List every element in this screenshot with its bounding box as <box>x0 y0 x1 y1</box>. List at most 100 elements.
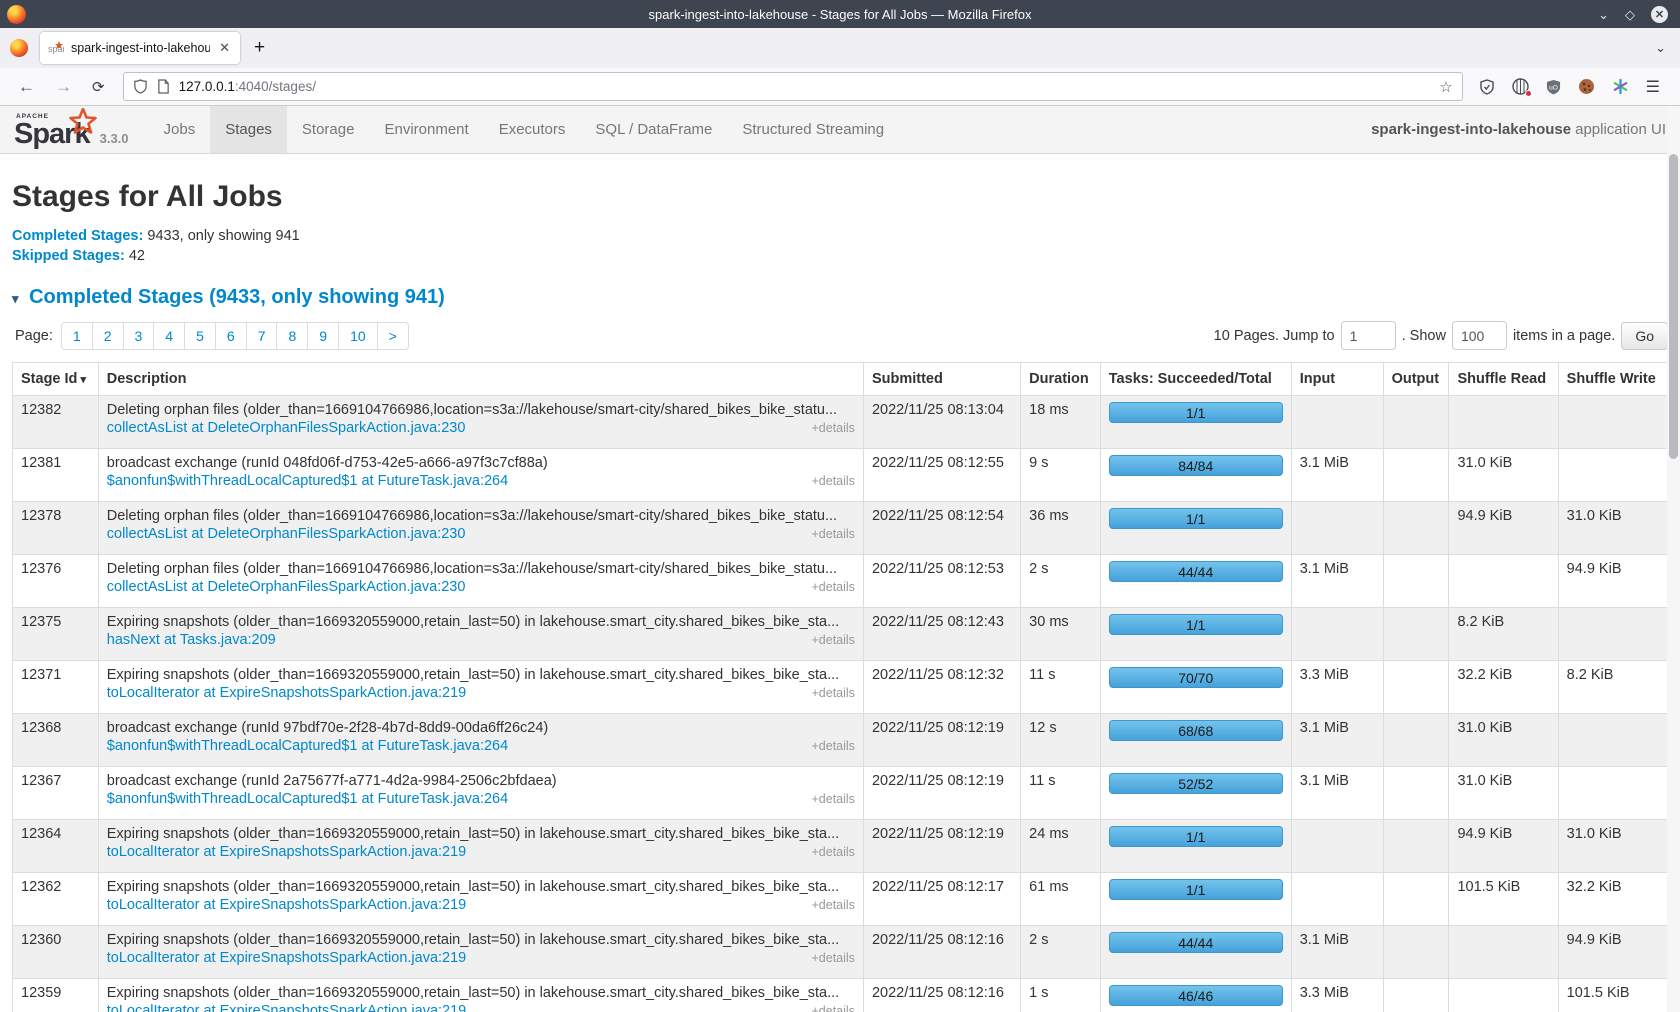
extension-shield-check-icon[interactable] <box>1479 79 1495 95</box>
shuffle-read-cell: 31.0 KiB <box>1449 714 1558 767</box>
stage-detail-link[interactable]: $anonfun$withThreadLocalCaptured$1 at Fu… <box>107 738 508 754</box>
nav-tab-storage[interactable]: Storage <box>287 106 370 153</box>
stage-detail-link[interactable]: $anonfun$withThreadLocalCaptured$1 at Fu… <box>107 473 508 489</box>
duration-cell: 11 s <box>1021 661 1101 714</box>
spark-logo[interactable]: APACHE Spark 3.3.0 <box>0 106 135 153</box>
shuffle-read-cell: 31.0 KiB <box>1449 767 1558 820</box>
column-header-description[interactable]: Description <box>98 363 863 396</box>
cookie-icon[interactable] <box>1578 78 1595 95</box>
back-button[interactable]: ← <box>8 77 45 97</box>
page-button-6[interactable]: 6 <box>215 322 247 350</box>
ublock-shield-icon[interactable]: uO <box>1546 79 1561 95</box>
maximize-icon[interactable]: ◇ <box>1625 8 1635 21</box>
stage-detail-link[interactable]: collectAsList at DeleteOrphanFilesSparkA… <box>107 526 466 542</box>
colorful-asterisk-icon[interactable] <box>1612 78 1629 95</box>
stage-detail-link[interactable]: collectAsList at DeleteOrphanFilesSparkA… <box>107 579 466 595</box>
close-window-icon[interactable]: ✕ <box>1651 6 1668 23</box>
stage-detail-link[interactable]: toLocalIterator at ExpireSnapshotsSparkA… <box>107 950 467 966</box>
shuffle-write-cell: 31.0 KiB <box>1558 820 1667 873</box>
notification-badge <box>1525 90 1532 97</box>
completed-stages-section-toggle[interactable]: ▾ Completed Stages (9433, only showing 9… <box>12 286 1668 309</box>
list-tabs-chevron-icon[interactable]: ⌄ <box>1655 40 1666 56</box>
page-button-4[interactable]: 4 <box>153 322 185 350</box>
stage-description: Expiring snapshots (older_than=166932055… <box>107 667 855 683</box>
stage-detail-link[interactable]: hasNext at Tasks.java:209 <box>107 632 276 648</box>
tab-close-icon[interactable]: ✕ <box>217 40 232 56</box>
column-header-submitted[interactable]: Submitted <box>863 363 1020 396</box>
details-toggle[interactable]: +details <box>812 951 855 965</box>
stage-detail-link[interactable]: toLocalIterator at ExpireSnapshotsSparkA… <box>107 897 467 913</box>
tasks-progress-cell: 68/68 <box>1100 714 1291 767</box>
page-scrollbar[interactable] <box>1667 106 1680 1012</box>
column-header-output[interactable]: Output <box>1383 363 1449 396</box>
details-toggle[interactable]: +details <box>812 845 855 859</box>
nav-tab-environment[interactable]: Environment <box>369 106 483 153</box>
site-info-icon[interactable] <box>157 79 170 94</box>
reload-button[interactable]: ⟳ <box>82 78 115 96</box>
go-button[interactable]: Go <box>1621 322 1668 350</box>
shield-permissions-icon[interactable] <box>133 79 148 94</box>
input-cell: 3.1 MiB <box>1291 449 1383 502</box>
details-toggle[interactable]: +details <box>812 421 855 435</box>
shuffle-read-cell: 94.9 KiB <box>1449 820 1558 873</box>
details-toggle[interactable]: +details <box>812 792 855 806</box>
column-header-tasks-succeeded-total[interactable]: Tasks: Succeeded/Total <box>1100 363 1291 396</box>
page-button-5[interactable]: 5 <box>184 322 216 350</box>
forward-button[interactable]: → <box>45 77 82 97</box>
scrollbar-thumb[interactable] <box>1669 154 1678 459</box>
nav-tab-stages[interactable]: Stages <box>210 106 287 153</box>
nav-tab-sql-dataframe[interactable]: SQL / DataFrame <box>580 106 727 153</box>
details-toggle[interactable]: +details <box>812 739 855 753</box>
menu-icon[interactable]: ☰ <box>1646 77 1660 97</box>
description-cell: Deleting orphan files (older_than=166910… <box>98 555 863 608</box>
stage-description: Expiring snapshots (older_than=166932055… <box>107 879 855 895</box>
url-bar[interactable]: 127.0.0.1:4040/stages/ ☆ <box>123 72 1463 101</box>
details-toggle[interactable]: +details <box>812 527 855 541</box>
stage-detail-link[interactable]: toLocalIterator at ExpireSnapshotsSparkA… <box>107 685 467 701</box>
completed-stages-link[interactable]: Completed Stages: <box>12 228 143 244</box>
next-page-button[interactable]: > <box>377 322 409 350</box>
stage-detail-link[interactable]: $anonfun$withThreadLocalCaptured$1 at Fu… <box>107 791 508 807</box>
page-button-1[interactable]: 1 <box>61 322 93 350</box>
stage-detail-link[interactable]: toLocalIterator at ExpireSnapshotsSparkA… <box>107 844 467 860</box>
browser-tab[interactable]: spar spark-ingest-into-lakehous ✕ <box>40 32 240 64</box>
items-per-page-input[interactable] <box>1452 321 1507 350</box>
details-toggle[interactable]: +details <box>812 580 855 594</box>
page-button-10[interactable]: 10 <box>338 322 378 350</box>
column-header-duration[interactable]: Duration <box>1021 363 1101 396</box>
duration-cell: 61 ms <box>1021 873 1101 926</box>
details-toggle[interactable]: +details <box>812 1004 855 1012</box>
column-header-shuffle-read[interactable]: Shuffle Read <box>1449 363 1558 396</box>
firefox-pin-icon[interactable] <box>10 39 28 57</box>
nav-tab-jobs[interactable]: Jobs <box>149 106 211 153</box>
stage-detail-link[interactable]: collectAsList at DeleteOrphanFilesSparkA… <box>107 420 466 436</box>
details-toggle[interactable]: +details <box>812 898 855 912</box>
url-text[interactable]: 127.0.0.1:4040/stages/ <box>179 79 316 94</box>
jump-to-page-input[interactable] <box>1341 321 1396 350</box>
bookmark-star-icon[interactable]: ☆ <box>1439 78 1452 96</box>
page-button-2[interactable]: 2 <box>92 322 124 350</box>
details-toggle[interactable]: +details <box>812 474 855 488</box>
details-toggle[interactable]: +details <box>812 633 855 647</box>
page-button-9[interactable]: 9 <box>307 322 339 350</box>
tasks-progress-cell: 1/1 <box>1100 608 1291 661</box>
column-header-shuffle-write[interactable]: Shuffle Write <box>1558 363 1667 396</box>
nav-tab-executors[interactable]: Executors <box>484 106 581 153</box>
account-avatar-icon[interactable] <box>1512 78 1529 95</box>
shuffle-write-cell: 94.9 KiB <box>1558 926 1667 979</box>
column-header-stage-id[interactable]: Stage Id ▾ <box>13 363 99 396</box>
output-cell <box>1383 820 1449 873</box>
new-tab-button[interactable]: + <box>254 37 265 59</box>
page-button-8[interactable]: 8 <box>276 322 308 350</box>
duration-cell: 12 s <box>1021 714 1101 767</box>
column-header-input[interactable]: Input <box>1291 363 1383 396</box>
page-button-7[interactable]: 7 <box>246 322 278 350</box>
details-toggle[interactable]: +details <box>812 686 855 700</box>
skipped-stages-link[interactable]: Skipped Stages: <box>12 248 125 264</box>
page-button-3[interactable]: 3 <box>123 322 155 350</box>
nav-tab-structured-streaming[interactable]: Structured Streaming <box>727 106 899 153</box>
output-cell <box>1383 873 1449 926</box>
stage-detail-link[interactable]: toLocalIterator at ExpireSnapshotsSparkA… <box>107 1003 467 1012</box>
input-cell: 3.1 MiB <box>1291 714 1383 767</box>
minimize-icon[interactable]: ⌄ <box>1598 8 1609 21</box>
